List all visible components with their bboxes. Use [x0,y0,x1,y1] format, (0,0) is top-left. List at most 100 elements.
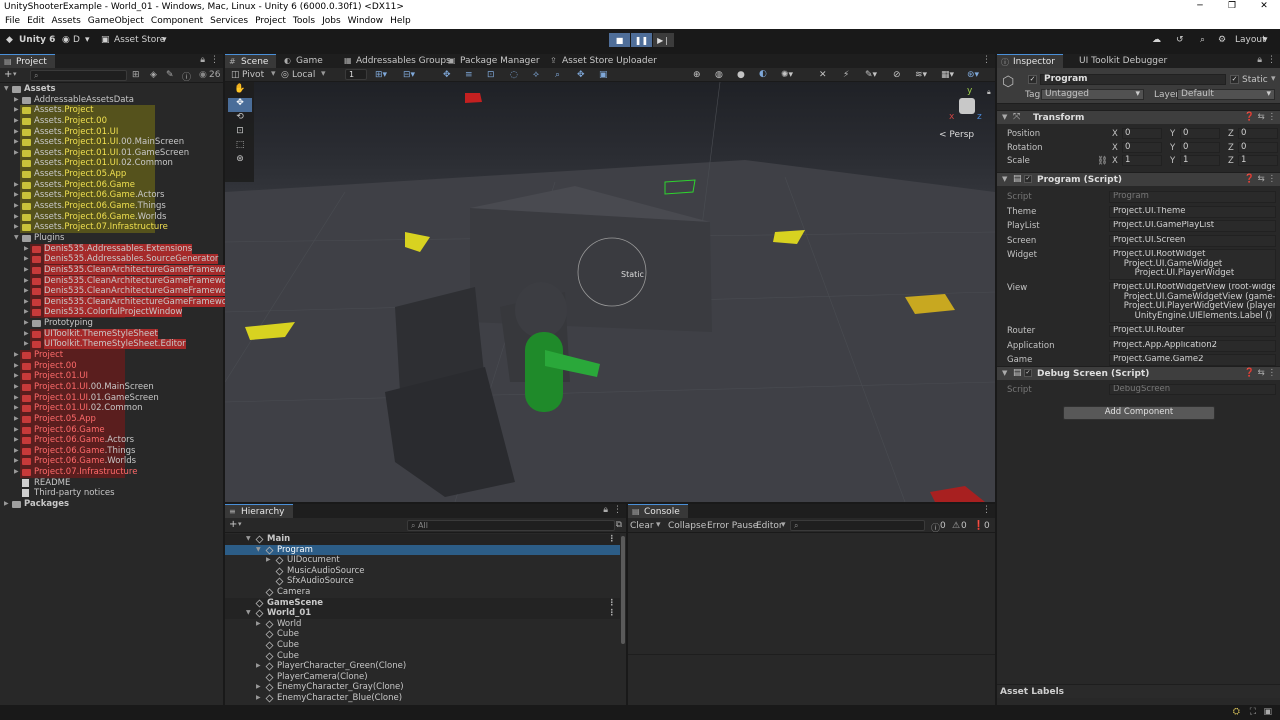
chevron-right-icon[interactable]: ▶ [14,116,19,127]
scene-row[interactable]: ▼ World_01 ⋮ [225,608,620,619]
align-icon[interactable]: ≡ [465,70,473,80]
hide-icon[interactable]: ⊘ [893,70,901,80]
project-tree-item[interactable]: ▶ Prototyping [0,318,223,329]
grid-snap-icon[interactable]: ⊞▾ [375,70,387,80]
active-checkbox[interactable]: ✓ [1028,75,1037,84]
hierarchy-row[interactable]: Cube [225,651,620,662]
tab-hierarchy[interactable]: ≡ Hierarchy [225,504,293,518]
maximize-button[interactable]: ❐ [1216,0,1248,15]
project-tree-item[interactable]: ▶ Denis535.ColorfulProjectWindow [0,307,223,319]
gizmo-cube[interactable] [959,98,975,114]
move-tool-icon[interactable]: ✥ [443,70,451,80]
hierarchy-row[interactable]: ▶ EnemyCharacter_Blue(Clone) [225,693,620,704]
project-tree-item[interactable]: ▶ Project.07.Infrastructure [0,467,223,478]
chevron-down-icon[interactable]: ▼ [246,534,251,545]
editor-dropdown[interactable]: Editor [756,521,783,531]
field-value[interactable]: Project.UI.RootWidgetView (root-widget-v… [1109,282,1276,323]
project-tree-item[interactable]: ▶ Project.01.UI.01.GameScreen [0,392,223,404]
script-reference-field[interactable]: DebugScreen [1109,384,1276,395]
hierarchy-row[interactable]: SfxAudioSource [225,576,620,587]
scene-row[interactable]: ▼ Main ⋮ [225,534,620,545]
tab-scene[interactable]: # Scene [225,54,277,68]
project-tree-item[interactable]: ▶ AddressableAssetsData [0,95,223,106]
project-tree-item[interactable]: ▶ Assets.Project.01.UI.01.GameScreen [0,147,223,159]
transform-component-header[interactable]: ▼ ⤧ Transform ❓ ⇆ ⋮ [997,110,1280,124]
local-dropdown[interactable]: Local [292,70,315,80]
more-options-icon[interactable]: ⋮ [1267,55,1276,65]
chevron-right-icon[interactable]: ▶ [256,619,261,630]
axis-value[interactable]: 0 [1238,141,1278,153]
more-options-icon[interactable]: ⋮ [608,598,617,609]
pen-icon[interactable]: ✎▾ [865,70,877,80]
menu-tools[interactable]: Tools [291,15,320,29]
chevron-down-icon[interactable]: ▼ [256,545,261,556]
enabled-checkbox[interactable]: ✓ [1024,369,1032,377]
more-options-icon[interactable]: ⋮ [982,55,991,65]
hierarchy-row[interactable]: ▶ PlayerCharacter_Green(Clone) [225,661,620,672]
axis-value[interactable]: 1 [1122,155,1162,166]
gizmo-x-axis[interactable]: x [949,112,954,122]
chevron-right-icon[interactable]: ▶ [14,137,19,148]
gizmo-y-axis[interactable]: y [967,86,972,96]
lighting-icon[interactable]: ◐ [759,69,767,79]
play-button[interactable]: ■ [609,33,630,47]
chevron-right-icon[interactable]: ▶ [14,180,19,191]
component-actions[interactable]: ❓ ⇆ ⋮ [1244,174,1276,184]
camera-settings-icon[interactable]: ▦▾ [941,70,954,80]
link-icon[interactable]: ⛓ [1097,156,1108,166]
chevron-right-icon[interactable]: ▶ [256,682,261,693]
axis-value[interactable]: 0 [1180,128,1220,139]
project-tree-item[interactable]: ▶ Project.01.UI.00.MainScreen [0,381,223,393]
audio-mute-icon[interactable]: ✕ [819,70,827,80]
chevron-right-icon[interactable]: ▶ [24,286,29,297]
chevron-right-icon[interactable]: ▶ [14,414,19,425]
menu-gameobject[interactable]: GameObject [86,15,149,29]
surface-snap-icon[interactable]: ◌ [510,70,518,80]
chevron-right-icon[interactable]: ▶ [24,254,29,265]
hand-tool-icon[interactable]: ✋ [228,84,252,98]
snap-increment-input[interactable]: 1 [345,69,367,80]
chevron-right-icon[interactable]: ▶ [14,446,19,457]
scene-viewport[interactable]: Static ✋ ✥ ⟲ ⊡ ⬚ ⊛ y x z 🔒︎ < Persp [225,82,995,502]
minimize-button[interactable]: ─ [1184,0,1216,15]
tab-inspector[interactable]: ⓘ Inspector [997,54,1063,68]
chevron-right-icon[interactable]: ▶ [24,265,29,276]
more-options-icon[interactable]: ⋮ [613,505,622,515]
hierarchy-search-input[interactable]: ⌕ All [407,520,615,531]
project-tree-item[interactable]: ▶ Assets.Project [0,105,223,116]
hierarchy-row[interactable]: MusicAudioSource [225,566,620,577]
axis-value[interactable]: 0 [1180,141,1220,153]
more-options-icon[interactable]: ⋮ [210,55,219,65]
layer-dropdown[interactable]: Default ▾ [1177,89,1275,100]
lock-icon[interactable]: 🔒︎ [1257,55,1262,65]
project-tree-item[interactable]: ▼ Assets [0,84,223,95]
lock-icon[interactable]: 🔒︎ [200,55,205,65]
debug-icon[interactable]: ⛶ [1250,707,1256,717]
clear-button[interactable]: Clear [630,521,654,531]
tab-addressables-groups[interactable]: ▦ Addressables Groups [340,54,459,68]
menu-help[interactable]: Help [388,15,416,29]
scale-tool-icon[interactable]: ⊡ [228,126,252,140]
step-button[interactable]: ▶❘ [653,33,674,47]
tab-package-manager[interactable]: ▣ Package Manager [444,54,548,68]
chevron-right-icon[interactable]: ▶ [24,276,29,287]
collapse-button[interactable]: Collapse [668,521,706,531]
component-actions[interactable]: ❓ ⇆ ⋮ [1244,368,1276,378]
project-tree-item[interactable]: ▶ Assets.Project.06.Game.Worlds [0,211,223,223]
hierarchy-row[interactable]: ▼ Program [225,544,620,556]
scene-row[interactable]: GameScene ⋮ [225,597,620,609]
close-button[interactable]: ✕ [1248,0,1280,15]
cloud-icon[interactable]: ☁ [1152,35,1161,45]
chevron-right-icon[interactable]: ▶ [266,555,271,566]
draw-mode-icon[interactable]: ◍ [715,70,723,80]
chevron-right-icon[interactable]: ▶ [24,329,29,340]
chevron-right-icon[interactable]: ▶ [14,371,19,382]
menu-component[interactable]: Component [149,15,208,29]
chevron-right-icon[interactable]: ▶ [24,318,29,329]
project-tree-item[interactable]: ▶ Project.06.Game.Worlds [0,456,223,468]
project-tree-item[interactable]: ▶ Assets.Project.01.UI [0,126,223,138]
pause-button[interactable]: ❚❚ [631,33,652,47]
chevron-right-icon[interactable]: ▶ [14,95,19,106]
menu-window[interactable]: Window [346,15,389,29]
project-tree-item[interactable]: ▶ Project.01.UI [0,371,223,382]
